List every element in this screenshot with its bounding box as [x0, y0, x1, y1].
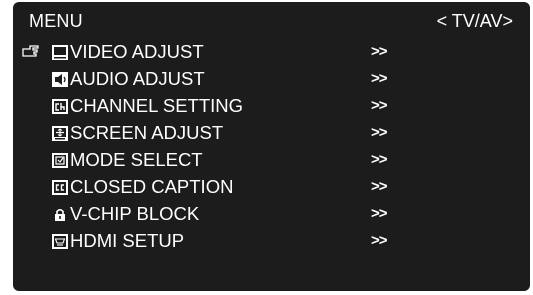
- osd-menu-screen: MENU < TV/AV> VIDEO ADJUST >> AUDIO ADJU…: [13, 2, 530, 291]
- menu-item-mode-select[interactable]: MODE SELECT >>: [13, 147, 530, 173]
- menu-title: MENU: [29, 11, 83, 31]
- menu-item-audio-adjust[interactable]: AUDIO ADJUST >>: [13, 66, 530, 92]
- menu-item-video-adjust[interactable]: VIDEO ADJUST >>: [13, 39, 530, 65]
- speaker-icon: [52, 72, 68, 87]
- mode-icon: [52, 153, 68, 168]
- menu-item-label: CLOSED CAPTION: [70, 176, 234, 197]
- menu-item-label: V-CHIP BLOCK: [70, 203, 200, 224]
- submenu-arrow: >>: [371, 43, 388, 60]
- hdmi-icon: [52, 234, 68, 249]
- menu-item-hdmi-setup[interactable]: HDMI SETUP >>: [13, 228, 530, 254]
- menu-item-closed-caption[interactable]: CLOSED CAPTION >>: [13, 174, 530, 200]
- submenu-arrow: >>: [371, 151, 388, 168]
- menu-item-label: CHANNEL SETTING: [70, 95, 244, 116]
- menu-item-v-chip-block[interactable]: V-CHIP BLOCK >>: [13, 201, 530, 227]
- menu-item-label: HDMI SETUP: [70, 230, 185, 251]
- cc-icon: [52, 180, 68, 195]
- pointing-hand-icon: [21, 40, 41, 62]
- menu-item-screen-adjust[interactable]: SCREEN ADJUST >>: [13, 120, 530, 146]
- submenu-arrow: >>: [371, 178, 388, 195]
- menu-item-label: AUDIO ADJUST: [70, 68, 205, 89]
- menu-item-label: VIDEO ADJUST: [70, 41, 204, 62]
- submenu-arrow: >>: [371, 97, 388, 114]
- submenu-arrow: >>: [371, 232, 388, 249]
- submenu-arrow: >>: [371, 124, 388, 141]
- submenu-arrow: >>: [371, 70, 388, 87]
- submenu-arrow: >>: [371, 205, 388, 222]
- ch-icon: [52, 99, 68, 114]
- lock-icon: [52, 207, 68, 222]
- monitor-icon: [52, 45, 68, 60]
- menu-item-label: MODE SELECT: [70, 149, 203, 170]
- screen-adjust-icon: [52, 126, 68, 141]
- menu-item-label: SCREEN ADJUST: [70, 122, 224, 143]
- input-source-label: < TV/AV>: [436, 11, 513, 31]
- menu-item-channel-setting[interactable]: CHANNEL SETTING >>: [13, 93, 530, 119]
